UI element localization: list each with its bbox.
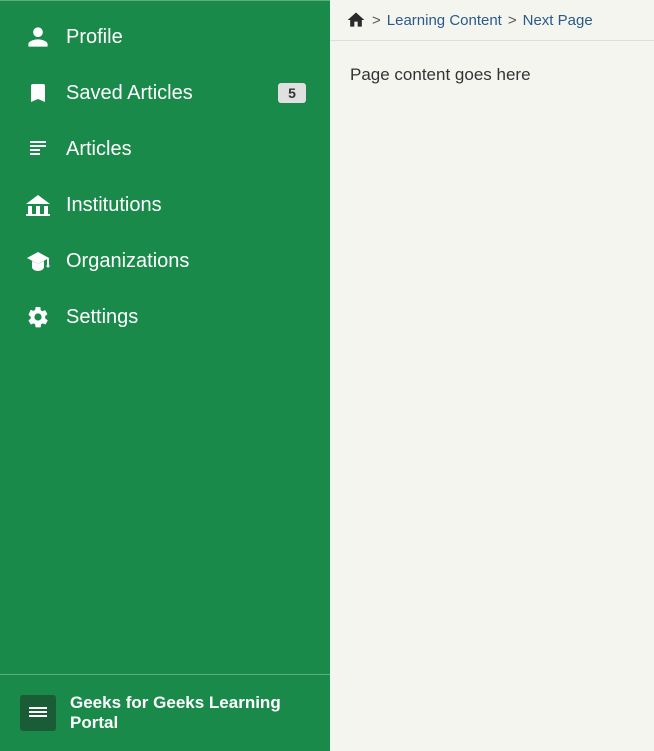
saved-articles-label: Saved Articles [66,82,264,105]
profile-label: Profile [66,26,306,49]
organizations-label: Organizations [66,250,306,273]
saved-articles-badge: 5 [278,83,306,103]
breadcrumb-separator-1: > [372,12,381,29]
sidebar-item-profile[interactable]: Profile [0,9,330,65]
bookmark-icon [24,79,52,107]
sidebar-item-articles[interactable]: Articles [0,121,330,177]
breadcrumb-next-page[interactable]: Next Page [523,12,593,29]
sidebar-item-organizations[interactable]: Organizations [0,233,330,289]
page-content: Page content goes here [350,65,634,85]
sidebar: Profile Saved Articles 5 [0,0,330,751]
user-icon [24,23,52,51]
footer-text: Geeks for Geeks Learning Portal [70,693,281,733]
gear-icon [24,303,52,331]
footer-title-line1: Geeks for Geeks Learning [70,693,281,713]
sidebar-item-institutions[interactable]: Institutions [0,177,330,233]
graduation-icon [24,247,52,275]
breadcrumb: > Learning Content > Next Page [330,0,654,41]
institution-icon [24,191,52,219]
settings-label: Settings [66,306,306,329]
home-icon[interactable] [346,10,366,30]
footer-logo-icon [20,695,56,731]
articles-label: Articles [66,138,306,161]
sidebar-item-saved-articles[interactable]: Saved Articles 5 [0,65,330,121]
footer-title-line2: Portal [70,713,281,733]
sidebar-nav: Profile Saved Articles 5 [0,1,330,674]
page-body: Page content goes here [330,41,654,109]
institutions-label: Institutions [66,194,306,217]
sidebar-footer: Geeks for Geeks Learning Portal [0,675,330,751]
breadcrumb-separator-2: > [508,12,517,29]
breadcrumb-learning-content[interactable]: Learning Content [387,12,502,29]
main-content: > Learning Content > Next Page Page cont… [330,0,654,751]
sidebar-item-settings[interactable]: Settings [0,289,330,345]
articles-icon [24,135,52,163]
